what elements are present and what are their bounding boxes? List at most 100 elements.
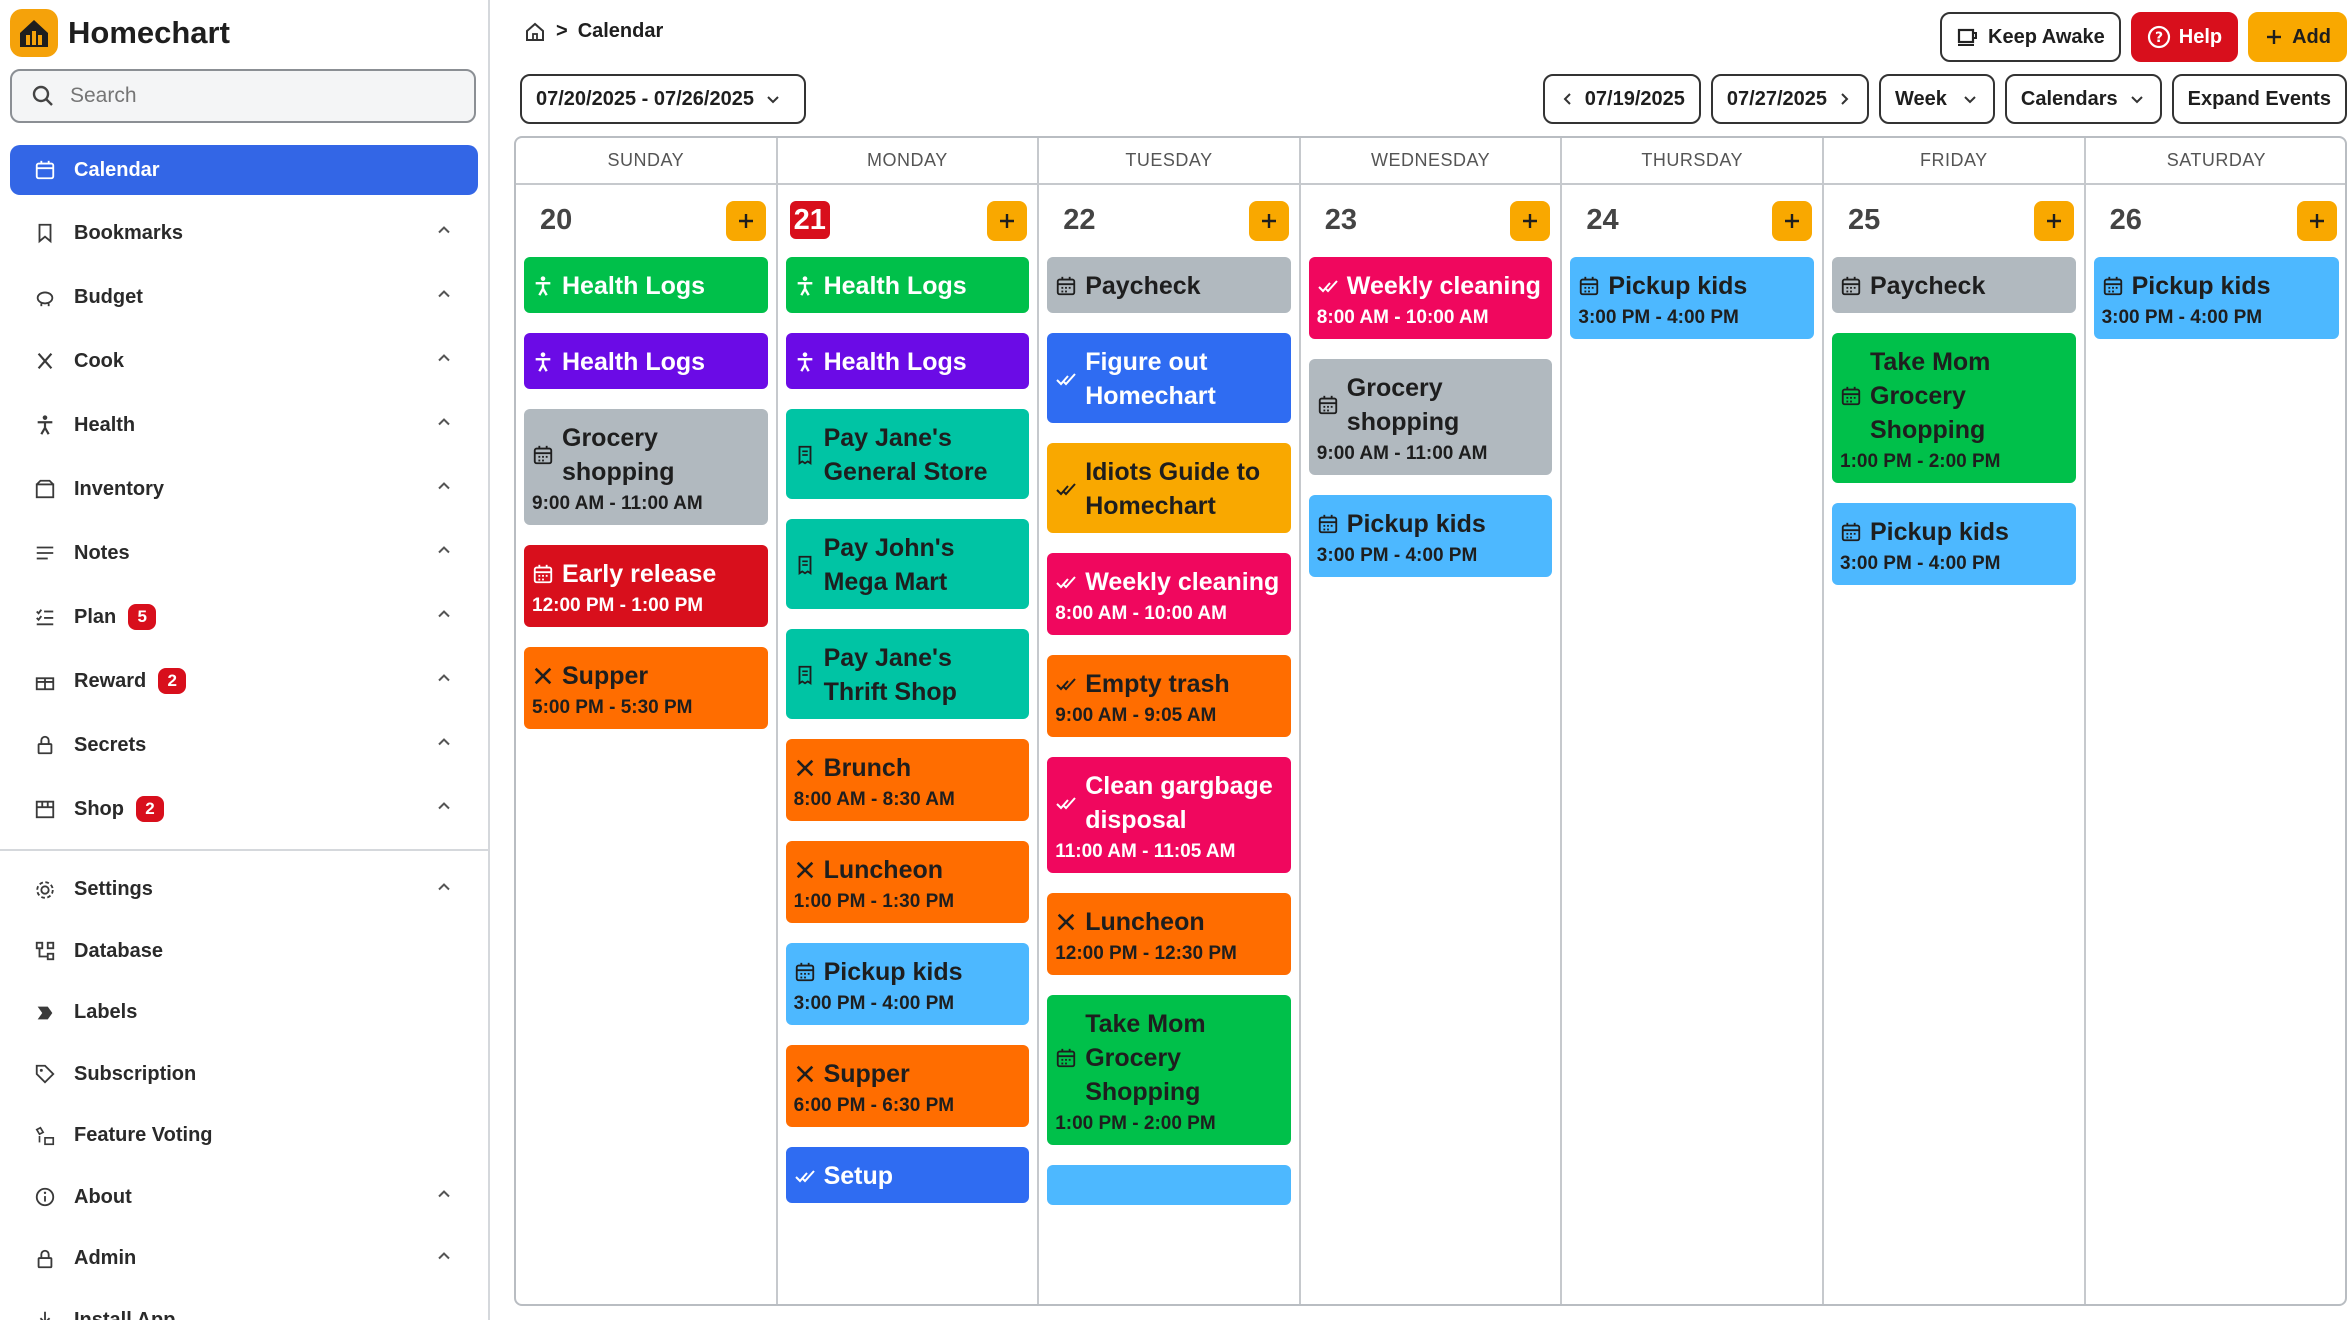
- event-card[interactable]: Pay John's Mega Mart: [785, 519, 1030, 609]
- add-event-button[interactable]: [1771, 201, 1812, 241]
- day-number[interactable]: 24: [1582, 201, 1622, 239]
- chevron-up-icon[interactable]: [436, 286, 452, 309]
- sidebar-item-database[interactable]: Database: [10, 921, 478, 983]
- view-select[interactable]: Week: [1879, 74, 1995, 124]
- brand[interactable]: Homechart: [0, 0, 488, 66]
- chevron-up-icon[interactable]: [436, 606, 452, 629]
- event-card[interactable]: Pay Jane's General Store: [785, 409, 1030, 499]
- chevron-up-icon[interactable]: [436, 1186, 452, 1209]
- event-card[interactable]: Luncheon 1:00 PM - 1:30 PM: [785, 841, 1030, 923]
- event-card[interactable]: Empty trash 9:00 AM - 9:05 AM: [1047, 655, 1291, 737]
- event-card[interactable]: Pickup kids 3:00 PM - 4:00 PM: [2093, 257, 2340, 339]
- sidebar-item-calendar[interactable]: Calendar: [10, 145, 478, 195]
- event-card[interactable]: Health Logs: [524, 257, 768, 313]
- sidebar-item-reward[interactable]: Reward 2: [10, 649, 478, 713]
- event-card[interactable]: Clean gargbage disposal 11:00 AM - 11:05 …: [1047, 757, 1291, 873]
- help-button[interactable]: ? Help: [2130, 12, 2239, 62]
- sidebar-item-about[interactable]: About: [10, 1167, 478, 1229]
- day-number[interactable]: 25: [1844, 201, 1884, 239]
- event-title-row: Luncheon: [1055, 905, 1283, 939]
- search-box[interactable]: [10, 69, 476, 123]
- chevron-up-icon[interactable]: [436, 878, 452, 901]
- event-card[interactable]: Luncheon 12:00 PM - 12:30 PM: [1047, 893, 1291, 975]
- chevron-up-icon[interactable]: [436, 414, 452, 437]
- day-number[interactable]: 22: [1059, 201, 1099, 239]
- sidebar-item-budget[interactable]: Budget: [10, 265, 478, 329]
- event-card[interactable]: Grocery shopping 9:00 AM - 11:00 AM: [1308, 359, 1553, 475]
- add-button[interactable]: Add: [2248, 12, 2347, 62]
- event-card[interactable]: Supper 6:00 PM - 6:30 PM: [785, 1045, 1030, 1127]
- event-card[interactable]: Early release 12:00 PM - 1:00 PM: [524, 545, 768, 627]
- add-event-button[interactable]: [1248, 201, 1289, 241]
- event-card[interactable]: Supper 5:00 PM - 5:30 PM: [524, 647, 768, 729]
- event-card[interactable]: Paycheck: [1832, 257, 2076, 313]
- expand-events-button[interactable]: Expand Events: [2171, 74, 2347, 124]
- view-label: Week: [1895, 87, 1947, 110]
- sidebar-item-health[interactable]: Health: [10, 393, 478, 457]
- add-event-button[interactable]: [2297, 201, 2338, 241]
- day-number[interactable]: 26: [2106, 201, 2146, 239]
- day-number[interactable]: 23: [1321, 201, 1361, 239]
- chevron-up-icon[interactable]: [436, 478, 452, 501]
- event-card[interactable]: Weekly cleaning 8:00 AM - 10:00 AM: [1047, 553, 1291, 635]
- store-icon: [32, 796, 58, 822]
- event-title-row: Figure out Homechart: [1055, 345, 1283, 413]
- event-card[interactable]: Take Mom Grocery Shopping 1:00 PM - 2:00 …: [1832, 333, 2076, 483]
- today-date[interactable]: 21: [789, 201, 830, 239]
- next-week-button[interactable]: 07/27/2025: [1710, 74, 1869, 124]
- add-event-button[interactable]: [725, 201, 766, 241]
- event-card[interactable]: Health Logs: [785, 257, 1030, 313]
- event-card[interactable]: Brunch 8:00 AM - 8:30 AM: [785, 739, 1030, 821]
- sidebar-item-shop[interactable]: Shop 2: [10, 777, 478, 841]
- sidebar-item-inventory[interactable]: Inventory: [10, 457, 478, 521]
- box-icon: [32, 476, 58, 502]
- chevron-up-icon[interactable]: [436, 670, 452, 693]
- sidebar-item-cook[interactable]: Cook: [10, 329, 478, 393]
- event-card[interactable]: Pay Jane's Thrift Shop: [785, 629, 1030, 719]
- sidebar-item-settings[interactable]: Settings: [10, 859, 478, 921]
- event-card[interactable]: Pickup kids 3:00 PM - 4:00 PM: [1308, 495, 1553, 577]
- add-event-button[interactable]: [987, 201, 1028, 241]
- sidebar-item-plan[interactable]: Plan 5: [10, 585, 478, 649]
- chevron-up-icon[interactable]: [436, 734, 452, 757]
- sidebar-item-bookmarks[interactable]: Bookmarks: [10, 201, 478, 265]
- keep-awake-button[interactable]: Keep Awake: [1940, 12, 2121, 62]
- home-icon[interactable]: [524, 21, 546, 43]
- event-card[interactable]: Pickup kids 3:00 PM - 4:00 PM: [1570, 257, 1814, 339]
- event-card[interactable]: Health Logs: [785, 333, 1030, 389]
- add-event-button[interactable]: [1510, 201, 1551, 241]
- svg-text:?: ?: [2155, 30, 2163, 46]
- event-card[interactable]: Paycheck: [1047, 257, 1291, 313]
- event-card[interactable]: Grocery shopping 9:00 AM - 11:00 AM: [524, 409, 768, 525]
- event-card[interactable]: Pickup kids 3:00 PM - 4:00 PM: [785, 943, 1030, 1025]
- chevron-up-icon[interactable]: [436, 222, 452, 245]
- day-number[interactable]: 20: [536, 201, 576, 239]
- sidebar-item-notes[interactable]: Notes: [10, 521, 478, 585]
- chevron-up-icon[interactable]: [436, 350, 452, 373]
- event-title: Paycheck: [1870, 272, 1986, 300]
- sidebar-item-secrets[interactable]: Secrets: [10, 713, 478, 777]
- event-card[interactable]: [1047, 1165, 1291, 1205]
- date-range-select[interactable]: 07/20/2025 - 07/26/2025: [520, 74, 806, 124]
- sidebar-item-admin[interactable]: Admin: [10, 1228, 478, 1290]
- event-card[interactable]: Weekly cleaning 8:00 AM - 10:00 AM: [1308, 257, 1553, 339]
- event-card[interactable]: Take Mom Grocery Shopping 1:00 PM - 2:00 …: [1047, 995, 1291, 1145]
- event-time: 3:00 PM - 4:00 PM: [2101, 307, 2263, 328]
- chevron-up-icon[interactable]: [436, 542, 452, 565]
- event-card[interactable]: Health Logs: [524, 333, 768, 389]
- calendars-label: Calendars: [2020, 87, 2118, 110]
- event-card[interactable]: Figure out Homechart: [1047, 333, 1291, 423]
- event-card[interactable]: Idiots Guide to Homechart: [1047, 443, 1291, 533]
- chevron-up-icon[interactable]: [436, 1247, 452, 1270]
- search-input[interactable]: [70, 84, 450, 108]
- sidebar-item-labels[interactable]: Labels: [10, 982, 478, 1044]
- sidebar-item-feature-voting[interactable]: Feature Voting: [10, 1105, 478, 1167]
- event-card[interactable]: Pickup kids 3:00 PM - 4:00 PM: [1832, 503, 2076, 585]
- chevron-up-icon[interactable]: [436, 798, 452, 821]
- calendars-select[interactable]: Calendars: [2004, 74, 2162, 124]
- sidebar-item-install-app[interactable]: Install App: [10, 1290, 478, 1320]
- add-event-button[interactable]: [2033, 201, 2074, 241]
- previous-week-button[interactable]: 07/19/2025: [1542, 74, 1701, 124]
- sidebar-item-subscription[interactable]: Subscription: [10, 1044, 478, 1106]
- event-card[interactable]: Setup: [785, 1147, 1030, 1203]
